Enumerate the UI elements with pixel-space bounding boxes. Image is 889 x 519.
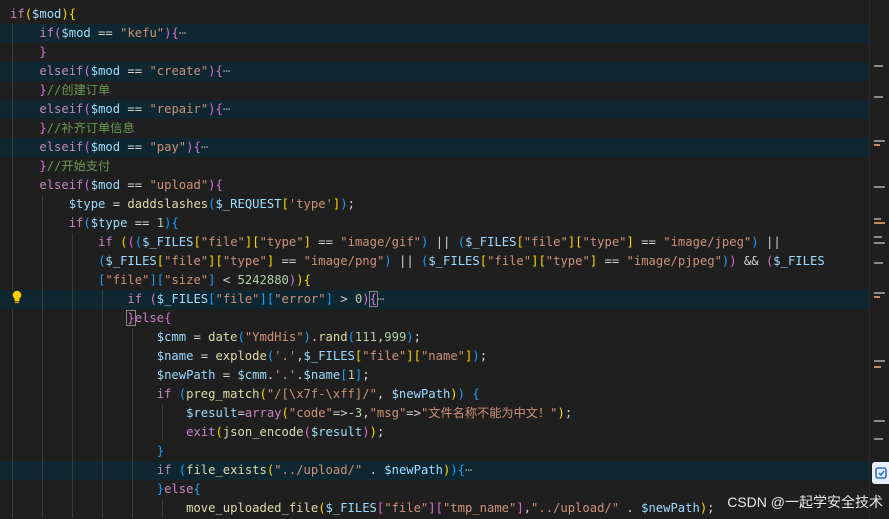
code-text: if (preg_match("/[\x7f-\xff]/", $newPath… [156, 387, 480, 401]
code-text: }else{ [126, 310, 172, 326]
code-text: } [156, 444, 165, 458]
code-text: $result=array("code"=>-3,"msg"=>"文件名称不能为… [186, 406, 573, 420]
lightbulb-icon[interactable] [11, 290, 23, 304]
fold-ellipsis[interactable]: ⋯ [179, 26, 186, 40]
code-text: if ($_FILES["file"]["error"] > 0){⋯ [127, 291, 385, 307]
code-line[interactable]: if (file_exists("../upload/" . $newPath)… [0, 461, 870, 480]
code-text: $name = explode('.',$_FILES["file"]["nam… [156, 349, 488, 363]
code-line[interactable]: $newPath = $cmm.'.'.$name[1]; [0, 366, 870, 385]
code-line[interactable]: }//补齐订单信息 [0, 119, 870, 138]
code-text: elseif($mod == "pay"){⋯ [39, 140, 209, 154]
code-text: if ((($_FILES["file"]["type"] == "image/… [98, 235, 781, 249]
code-text: elseif($mod == "create"){⋯ [39, 64, 231, 78]
code-line[interactable]: if ((($_FILES["file"]["type"] == "image/… [0, 233, 870, 252]
side-panel-icon[interactable] [872, 462, 889, 484]
code-line[interactable]: if ($_FILES["file"]["error"] > 0){⋯ [0, 290, 870, 309]
fold-ellipsis[interactable]: ⋯ [465, 463, 472, 477]
code-text: move_uploaded_file($_FILES["file"]["tmp_… [186, 501, 715, 515]
minimap-mark [874, 296, 880, 298]
code-text: }//补齐订单信息 [39, 121, 135, 135]
minimap-mark [874, 366, 881, 368]
code-text: $cmm = date("YmdHis").rand(111,999); [156, 330, 421, 344]
minimap-mark [874, 438, 883, 440]
code-text: } [39, 45, 47, 59]
fold-ellipsis[interactable]: ⋯ [201, 140, 208, 154]
minimap-mark [874, 222, 885, 224]
code-editor[interactable]: if($mod){ if($mod == "kefu"){⋯ } elseif(… [0, 0, 870, 519]
minimap-mark [874, 242, 885, 244]
code-line[interactable]: }//开始支付 [0, 157, 870, 176]
minimap-mark [874, 218, 881, 220]
code-line[interactable]: if($mod){ [0, 5, 870, 24]
code-line[interactable]: $name = explode('.',$_FILES["file"]["nam… [0, 347, 870, 366]
fold-ellipsis[interactable]: ⋯ [223, 64, 230, 78]
minimap-scrollbar[interactable] [869, 0, 889, 519]
minimap-mark [874, 140, 885, 142]
code-line[interactable]: $type = daddslashes($_REQUEST['type']); [0, 195, 870, 214]
code-text: $type = daddslashes($_REQUEST['type']); [68, 197, 355, 211]
code-line[interactable]: ($_FILES["file"]["type"] == "image/png")… [0, 252, 870, 271]
code-line[interactable]: elseif($mod == "upload"){ [0, 176, 870, 195]
minimap-mark [874, 420, 885, 422]
code-line[interactable]: elseif($mod == "repair"){⋯ [0, 100, 870, 119]
minimap-mark [874, 262, 883, 264]
minimap-mark [874, 96, 883, 98]
code-line[interactable]: $cmm = date("YmdHis").rand(111,999); [0, 328, 870, 347]
code-text: }else{ [156, 482, 201, 496]
minimap-mark [874, 144, 880, 146]
code-text: if($mod){ [10, 7, 77, 21]
csdn-watermark: CSDN @一起学安全技术 [727, 494, 883, 510]
code-text: if (file_exists("../upload/" . $newPath)… [156, 463, 473, 477]
fold-ellipsis[interactable]: ⋯ [377, 292, 384, 306]
code-text: }//开始支付 [39, 159, 111, 173]
code-line[interactable]: if (preg_match("/[\x7f-\xff]/", $newPath… [0, 385, 870, 404]
code-line[interactable]: }//创建订单 [0, 81, 870, 100]
code-line[interactable]: } [0, 442, 870, 461]
code-line[interactable]: elseif($mod == "create"){⋯ [0, 62, 870, 81]
code-text: ["file"]["size"] < 5242880)){ [98, 273, 311, 287]
minimap-mark [874, 65, 883, 67]
code-text: $newPath = $cmm.'.'.$name[1]; [156, 368, 370, 382]
minimap-mark [874, 292, 885, 294]
code-line[interactable]: exit(json_encode($result)); [0, 423, 870, 442]
code-text: exit(json_encode($result)); [186, 425, 385, 439]
code-line[interactable]: if($type == 1){ [0, 214, 870, 233]
code-text: if($type == 1){ [68, 216, 179, 230]
code-line[interactable]: elseif($mod == "pay"){⋯ [0, 138, 870, 157]
code-line[interactable]: if($mod == "kefu"){⋯ [0, 24, 870, 43]
code-text: elseif($mod == "repair"){⋯ [39, 102, 231, 116]
code-text: elseif($mod == "upload"){ [39, 178, 223, 192]
minimap-mark [874, 186, 885, 188]
fold-ellipsis[interactable]: ⋯ [223, 102, 230, 116]
code-text: ($_FILES["file"]["type"] == "image/png")… [98, 254, 825, 268]
code-line[interactable]: $result=array("code"=>-3,"msg"=>"文件名称不能为… [0, 404, 870, 423]
code-text: }//创建订单 [39, 83, 111, 97]
code-line[interactable]: ["file"]["size"] < 5242880)){ [0, 271, 870, 290]
minimap-mark [874, 360, 885, 362]
minimap-mark [874, 236, 882, 238]
code-text: if($mod == "kefu"){⋯ [39, 26, 187, 40]
code-line[interactable]: }else{ [0, 309, 870, 328]
code-line[interactable]: } [0, 43, 870, 62]
